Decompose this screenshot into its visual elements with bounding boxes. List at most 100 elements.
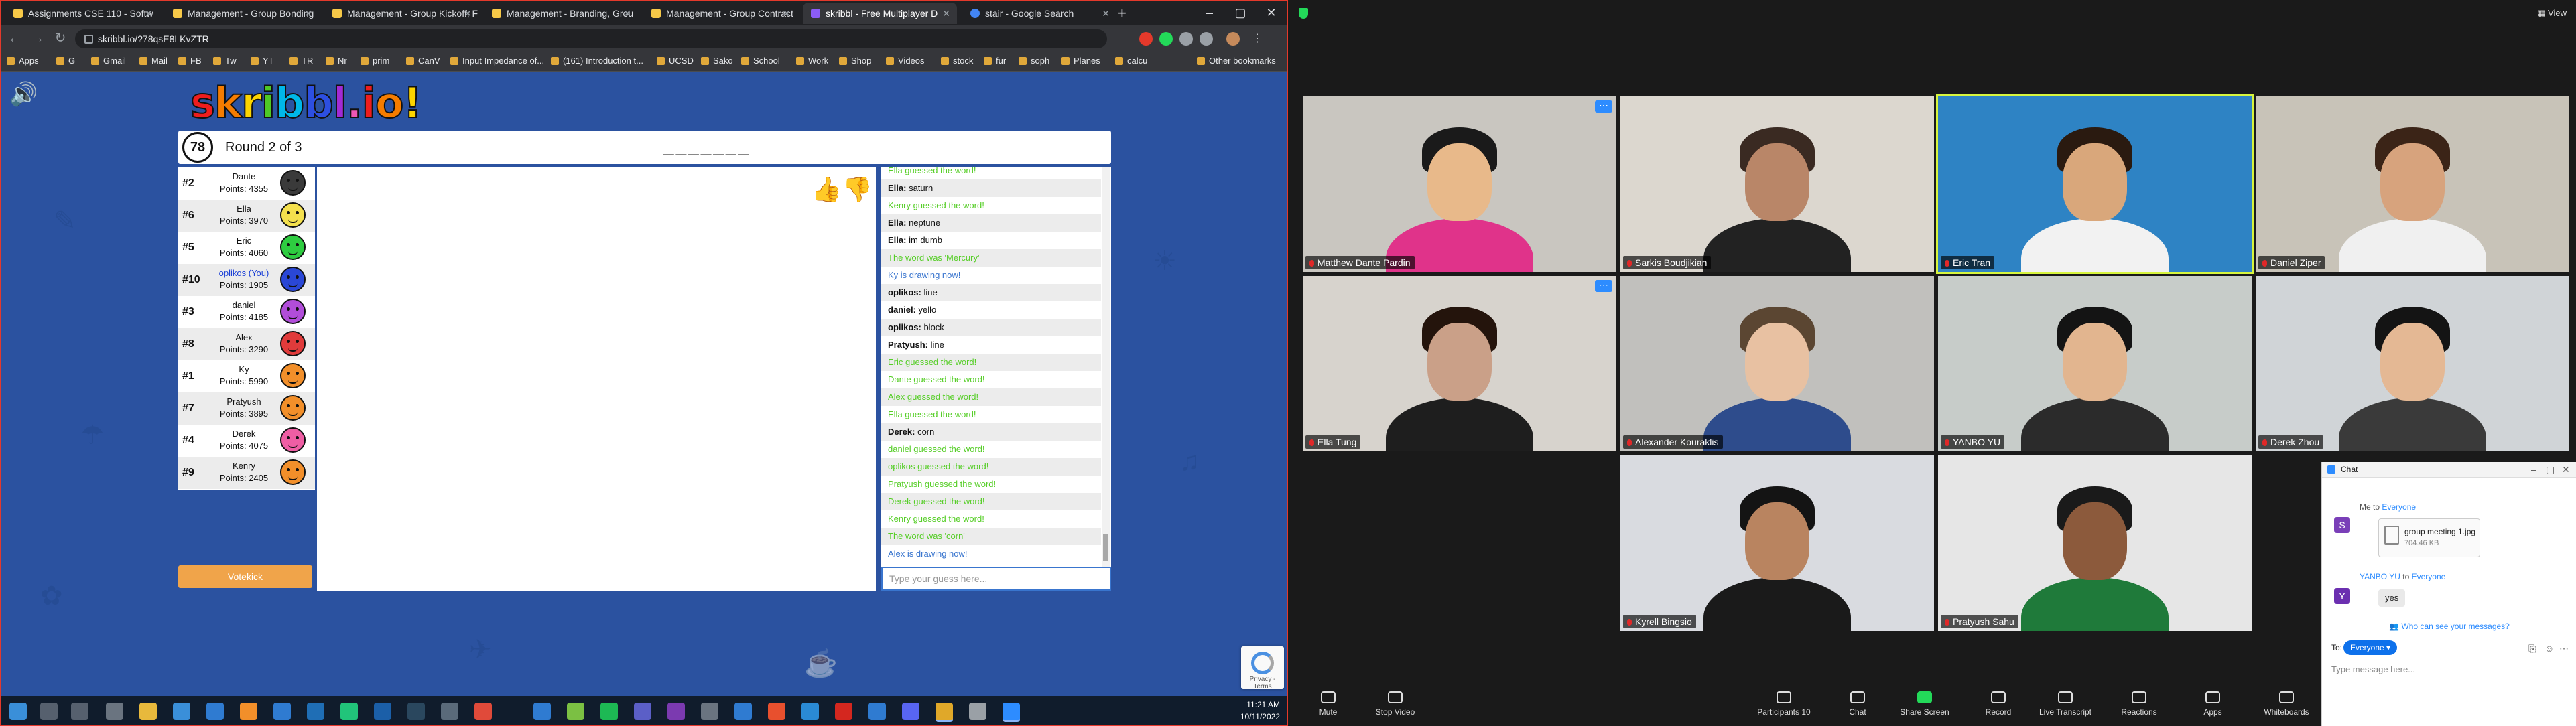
file-attachment[interactable]: group meeting 1.jpg 704.46 KB	[2378, 518, 2480, 557]
recipient-dropdown[interactable]: Everyone ▾	[2343, 640, 2398, 655]
bookmark-item[interactable]: Other bookmarks	[1197, 51, 1276, 71]
extension-icon[interactable]	[1159, 32, 1173, 46]
player-row[interactable]: #10 oplikos (You) Points: 1905	[178, 264, 315, 296]
bookmark-item[interactable]: Nr	[326, 51, 347, 71]
taskbar-app-icon[interactable]	[441, 703, 458, 720]
discord-icon[interactable]	[902, 703, 919, 720]
acrobat-icon[interactable]	[835, 703, 852, 720]
bookmark-item[interactable]: FB	[178, 51, 202, 71]
video-tile[interactable]: Alexander Kouraklis	[1620, 276, 1934, 451]
votekick-button[interactable]: Votekick	[178, 565, 312, 588]
more-icon[interactable]: ⋯	[2559, 643, 2569, 654]
bookmark-item[interactable]: fur	[984, 51, 1006, 71]
video-tile[interactable]: Daniel Ziper	[2256, 96, 2569, 272]
thumbs-up-icon[interactable]: 👍	[812, 175, 842, 204]
video-tile[interactable]: Pratyush Sahu	[1938, 455, 2252, 631]
taskbar-app-icon[interactable]	[307, 703, 324, 720]
bookmark-item[interactable]: Mail	[139, 51, 168, 71]
bookmark-item[interactable]: UCSD	[657, 51, 694, 71]
bookmark-item[interactable]: YT	[251, 51, 274, 71]
participants-button[interactable]: Participants 10	[1750, 691, 1817, 717]
windows-start-icon[interactable]	[9, 703, 27, 720]
search-icon[interactable]	[40, 703, 58, 720]
teams-icon[interactable]	[634, 703, 651, 720]
player-row[interactable]: #8 Alex Points: 3290	[178, 328, 315, 360]
player-row[interactable]: #9 Kenry Points: 2405	[178, 457, 315, 489]
close-window-icon[interactable]: ✕	[1256, 0, 1287, 25]
zoom-icon[interactable]	[1003, 703, 1020, 722]
who-can-see-link[interactable]: 👥 Who can see your messages?	[2322, 622, 2576, 631]
puzzle-icon[interactable]	[1200, 32, 1213, 46]
taskbar-app-icon[interactable]	[374, 703, 391, 720]
browser-tab[interactable]: Management - Group Kickoff, F ✕	[324, 3, 478, 24]
video-tile[interactable]: Matthew Dante Pardin ⋯	[1303, 96, 1616, 272]
bookmark-item[interactable]: CanV	[406, 51, 440, 71]
settings-icon[interactable]	[106, 703, 123, 720]
clock-time[interactable]: 11:21 AM	[1206, 700, 1280, 709]
taskbar-app-icon[interactable]	[768, 703, 785, 720]
bookmark-item[interactable]: (161) Introduction t...	[551, 51, 643, 71]
bookmark-item[interactable]: Videos	[886, 51, 925, 71]
bookmark-item[interactable]: calcu	[1115, 51, 1147, 71]
view-button[interactable]: ▦ View	[2537, 8, 2567, 19]
bookmark-item[interactable]: TR	[289, 51, 313, 71]
word-icon[interactable]	[868, 703, 886, 720]
player-row[interactable]: #2 Dante Points: 4355	[178, 167, 315, 200]
close-tab-icon[interactable]: ✕	[623, 3, 631, 24]
record-button[interactable]: Record	[1965, 691, 2032, 717]
close-tab-icon[interactable]: ✕	[304, 3, 312, 24]
sound-toggle-icon[interactable]: 🔊	[9, 81, 38, 108]
video-tile[interactable]: YANBO YU	[1938, 276, 2252, 451]
player-row[interactable]: #3 daniel Points: 4185	[178, 296, 315, 328]
taskbar-app-icon[interactable]	[969, 703, 986, 720]
taskbar-app-icon[interactable]	[173, 703, 190, 720]
browser-tab[interactable]: Assignments CSE 110 - Softw ✕	[5, 3, 159, 24]
player-row[interactable]: #5 Eric Points: 4060	[178, 232, 315, 264]
bookmark-item[interactable]: Input Impedance of...	[450, 51, 544, 71]
apps-button[interactable]: Apps	[2179, 691, 2246, 717]
video-tile[interactable]: Ella Tung ⋯	[1303, 276, 1616, 451]
chat-button[interactable]: Chat	[1824, 691, 1891, 717]
more-options-icon[interactable]: ⋯	[1595, 280, 1612, 292]
minimize-icon[interactable]: –	[1194, 0, 1225, 25]
security-shield-icon[interactable]	[1299, 8, 1308, 19]
maximize-icon[interactable]: ▢	[1225, 0, 1256, 25]
taskbar-app-icon[interactable]	[474, 703, 492, 720]
browser-tab[interactable]: stair - Google Search ✕	[962, 3, 1116, 24]
menu-kebab-icon[interactable]: ⋮	[1250, 32, 1264, 46]
close-tab-icon[interactable]: ✕	[783, 3, 791, 24]
mute-button[interactable]: Mute	[1295, 691, 1362, 717]
close-tab-icon[interactable]: ✕	[1102, 3, 1110, 24]
live-transcript-button[interactable]: Live Transcript	[2032, 691, 2099, 717]
close-tab-icon[interactable]: ✕	[464, 3, 472, 24]
thumbs-down-icon[interactable]: 👎	[842, 175, 873, 204]
player-row[interactable]: #4 Derek Points: 4075	[178, 425, 315, 457]
bookmark-item[interactable]: Sako	[701, 51, 733, 71]
profile-avatar[interactable]	[1226, 32, 1240, 46]
player-row[interactable]: #1 Ky Points: 5990	[178, 360, 315, 392]
extension-icon[interactable]	[1139, 32, 1153, 46]
spotify-icon[interactable]	[600, 703, 618, 720]
vlc-icon[interactable]	[240, 703, 257, 720]
player-row[interactable]: #6 Ella Points: 3970	[178, 200, 315, 232]
bookmark-item[interactable]: G	[56, 51, 75, 71]
steam-icon[interactable]	[407, 703, 425, 720]
whiteboards-button[interactable]: Whiteboards	[2253, 691, 2320, 717]
bookmark-item[interactable]: Tw	[213, 51, 237, 71]
minecraft-icon[interactable]	[567, 703, 584, 720]
drawing-canvas[interactable]: 👍 👎	[317, 167, 876, 591]
bookmark-item[interactable]: Planes	[1061, 51, 1100, 71]
taskbar-app-icon[interactable]	[734, 703, 752, 720]
bookmark-item[interactable]: Gmail	[91, 51, 126, 71]
taskbar-app-icon[interactable]	[701, 703, 718, 720]
recaptcha-badge[interactable]: Privacy - Terms	[1241, 646, 1284, 691]
taskbar-app-icon[interactable]	[273, 703, 291, 720]
more-options-icon[interactable]: ⋯	[1595, 100, 1612, 113]
share-screen-button[interactable]: Share Screen	[1891, 691, 1958, 717]
file-explorer-icon[interactable]	[139, 703, 157, 720]
bookmark-item[interactable]: stock	[941, 51, 973, 71]
taskbar-app-icon[interactable]	[340, 703, 358, 720]
chrome-icon[interactable]	[936, 703, 953, 722]
close-tab-icon[interactable]: ✕	[942, 3, 950, 24]
close-tab-icon[interactable]: ✕	[145, 3, 153, 24]
